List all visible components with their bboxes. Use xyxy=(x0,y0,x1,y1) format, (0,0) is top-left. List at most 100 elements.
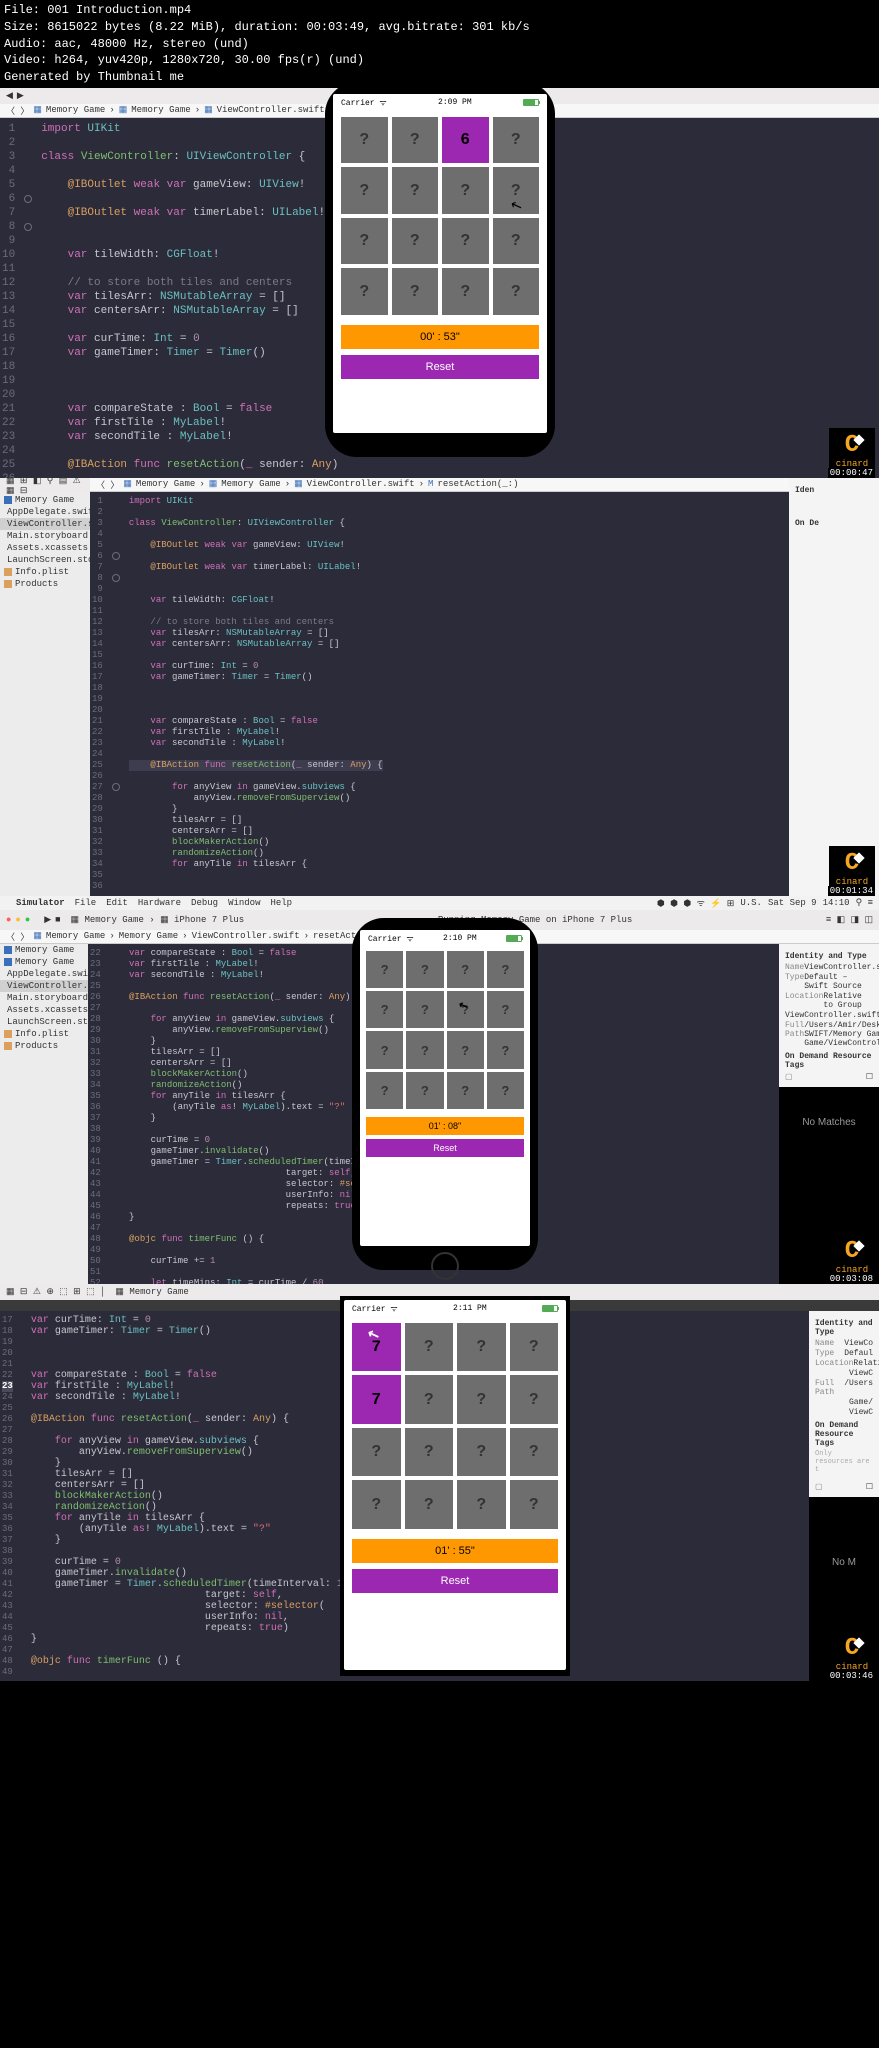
stop-button[interactable]: ■ xyxy=(55,915,60,925)
simulator-phone: Carrier ᯤ 2:10 PM ???? ???↖? ???? ???? 0… xyxy=(352,918,538,1270)
game-tile[interactable]: ? xyxy=(405,1375,454,1424)
app-menu[interactable]: Simulator xyxy=(16,898,65,908)
game-tile[interactable]: ? xyxy=(405,1480,454,1529)
game-tile[interactable]: ? xyxy=(341,218,388,265)
timer-label: 01' : 08" xyxy=(366,1117,524,1135)
game-tile[interactable]: ? xyxy=(341,268,388,315)
game-tile[interactable]: ? xyxy=(392,218,439,265)
source-code[interactable]: import UIKit class ViewController: UIVie… xyxy=(123,492,383,896)
game-tile[interactable]: ? xyxy=(392,167,439,214)
clock: 2:11 PM xyxy=(453,1304,487,1313)
game-tile[interactable]: ? xyxy=(510,1323,559,1372)
game-tile-revealed[interactable]: 7 xyxy=(352,1375,401,1424)
reset-button[interactable]: Reset xyxy=(352,1569,558,1593)
game-tile[interactable]: ? xyxy=(493,218,540,265)
timer-label: 01' : 55" xyxy=(352,1539,558,1563)
game-tile[interactable]: ? xyxy=(493,117,540,164)
fold-gutter xyxy=(21,118,35,478)
game-tile[interactable]: ? xyxy=(405,1323,454,1372)
game-tile[interactable]: ? xyxy=(442,218,489,265)
game-tile[interactable]: ? xyxy=(352,1480,401,1529)
breadcrumb[interactable]: 〈 〉 ▦Memory Game› ▦Memory Game› ▦ViewCon… xyxy=(90,478,789,492)
game-tile[interactable]: ? xyxy=(341,117,388,164)
game-tile[interactable]: ? xyxy=(510,1375,559,1424)
game-tile[interactable]: ? xyxy=(392,117,439,164)
game-tile[interactable]: ? xyxy=(406,951,443,988)
game-tile[interactable]: ? xyxy=(457,1375,506,1424)
file-row-selected: ViewController.swift xyxy=(0,980,88,992)
file-navigator[interactable]: Memory Game AppDelegate.swift ViewContro… xyxy=(0,494,90,896)
inspector-panel[interactable]: Identity and Type NameViewController.swi… xyxy=(779,944,879,1087)
help-menu[interactable]: Help xyxy=(270,898,292,908)
game-tile[interactable]: ? xyxy=(487,1072,524,1109)
battery-icon xyxy=(542,1305,558,1312)
file-navigator[interactable]: Memory Game Memory Game AppDelegate.swif… xyxy=(0,944,88,1284)
game-tile-revealed[interactable]: 6 xyxy=(442,117,489,164)
nav-back-icon[interactable]: ◀ xyxy=(6,91,13,101)
thumbnail-4: ▦ ⊟ ⚠ ⊕ ⬚ ⊞ ⬚ │ ▦ Memory Game iPhone 7 P… xyxy=(0,1284,879,1681)
game-tile[interactable]: ? xyxy=(352,1428,401,1477)
game-tile[interactable]: ? xyxy=(405,1428,454,1477)
game-tile[interactable]: ? xyxy=(457,1323,506,1372)
reset-button[interactable]: Reset xyxy=(341,355,539,379)
game-tile[interactable]: ? xyxy=(510,1480,559,1529)
game-tile[interactable]: ? xyxy=(366,1031,403,1068)
game-tile[interactable]: ? xyxy=(487,951,524,988)
navigator-tabs[interactable]: ▦ ⊞ ◧ ⚲ ▤ ⚠ ▦ ⊟ xyxy=(0,478,90,494)
game-tile[interactable]: ? xyxy=(406,991,443,1028)
run-button[interactable]: ▶ xyxy=(44,915,51,925)
game-tile[interactable]: ? xyxy=(487,991,524,1028)
input-source[interactable]: U.S. xyxy=(740,898,762,908)
mac-menubar[interactable]: Simulator File Edit Hardware Debug Windo… xyxy=(0,896,879,910)
nav-fwd-icon[interactable]: ▶ xyxy=(17,91,24,101)
status-bar: Carrier ᯤ 2:09 PM xyxy=(333,94,547,111)
game-grid[interactable]: ? ? 6 ? ? ? ? ? ? ? ? ? ? ? ? ? xyxy=(333,111,547,319)
game-tile[interactable]: ? xyxy=(447,1031,484,1068)
game-tile[interactable]: ? xyxy=(406,1031,443,1068)
hardware-menu[interactable]: Hardware xyxy=(138,898,181,908)
spotlight-icon[interactable]: ⚲ ≡ xyxy=(856,898,873,908)
game-tile[interactable]: ? xyxy=(366,951,403,988)
game-grid[interactable]: 7↖ ??? 7 ??? ???? ???? xyxy=(344,1317,566,1533)
game-tile[interactable]: ? xyxy=(406,1072,443,1109)
game-tile[interactable]: ? xyxy=(510,1428,559,1477)
fold-gutter xyxy=(109,492,123,896)
meta-video: Video: h264, yuv420p, 1280x720, 30.00 fp… xyxy=(4,52,875,69)
game-tile[interactable]: ? xyxy=(493,167,540,214)
edit-menu[interactable]: Edit xyxy=(106,898,128,908)
reset-button[interactable]: Reset xyxy=(366,1139,524,1157)
game-tile[interactable]: ? xyxy=(457,1480,506,1529)
line-gutter: 2223242526272829303132333435363738394041… xyxy=(88,944,107,1284)
game-tile[interactable]: ? xyxy=(366,991,403,1028)
debug-menu[interactable]: Debug xyxy=(191,898,218,908)
game-tile[interactable]: ? xyxy=(442,167,489,214)
source-code[interactable]: import UIKit class ViewController: UIVie… xyxy=(35,118,338,478)
carrier-label: Carrier ᯤ xyxy=(341,97,387,108)
no-matches-label: No Matches xyxy=(779,1087,879,1158)
game-tile[interactable]: ? xyxy=(493,268,540,315)
source-code[interactable]: var curTime: Int = 0 var gameTimer: Time… xyxy=(19,1311,349,1681)
game-tile[interactable]: ? xyxy=(457,1428,506,1477)
game-tile[interactable]: ? xyxy=(487,1031,524,1068)
code-editor[interactable]: 1234567891011121314151617181920212223242… xyxy=(90,492,789,896)
thumbnail-3: Simulator File Edit Hardware Debug Windo… xyxy=(0,896,879,1284)
menubar-date: Sat Sep 9 xyxy=(768,898,817,908)
game-tile[interactable]: ? xyxy=(392,268,439,315)
thumbnail-2: ▦ ⊞ ◧ ⚲ ▤ ⚠ ▦ ⊟ Memory Game AppDelegate.… xyxy=(0,478,879,896)
inspector-panel[interactable]: Identity and Type NameViewCo TypeDefaul … xyxy=(809,1311,879,1497)
game-tile[interactable]: ? xyxy=(442,268,489,315)
game-tile[interactable]: ? xyxy=(341,167,388,214)
timestamp: 00:01:34 xyxy=(828,886,875,896)
game-tile[interactable]: ? xyxy=(366,1072,403,1109)
game-tile[interactable]: ? xyxy=(447,1072,484,1109)
game-tile[interactable]: ?↖ xyxy=(447,991,484,1028)
inspector-placeholder: IdenOn De xyxy=(789,478,879,896)
home-button[interactable] xyxy=(431,1252,459,1280)
file-menu[interactable]: File xyxy=(75,898,97,908)
window-menu[interactable]: Window xyxy=(228,898,260,908)
game-tile-revealed[interactable]: 7↖ xyxy=(352,1323,401,1372)
thumbnail-1: ◀ ▶ 〈 〉 ▦Memory Game› ▦Memory Game› ▦Vie… xyxy=(0,88,879,478)
game-tile[interactable]: ? xyxy=(447,951,484,988)
clock: 2:09 PM xyxy=(438,98,472,107)
game-grid[interactable]: ???? ???↖? ???? ???? xyxy=(360,947,530,1113)
